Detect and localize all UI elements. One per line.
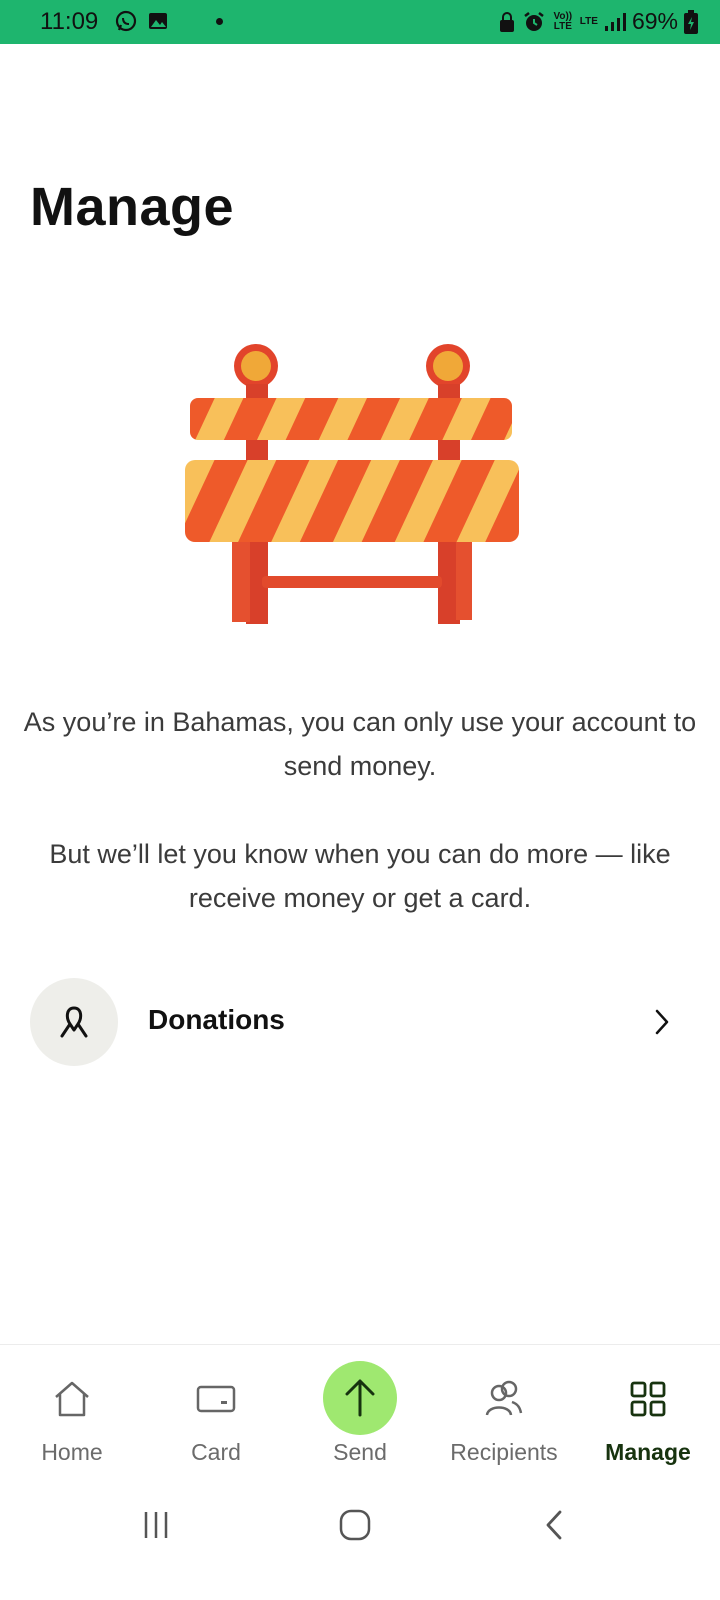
home-circle-icon[interactable] xyxy=(336,1506,374,1544)
battery-icon xyxy=(684,9,698,34)
arrow-up-icon xyxy=(345,1379,375,1417)
status-time: 11:09 xyxy=(40,8,99,35)
nav-recipients-label: Recipients xyxy=(450,1439,558,1465)
grid-icon xyxy=(630,1381,666,1417)
send-button[interactable] xyxy=(323,1361,397,1435)
card-icon xyxy=(196,1385,236,1413)
chevron-right-icon xyxy=(655,1009,669,1035)
nav-manage-label: Manage xyxy=(605,1439,691,1465)
info-message-2: But we’ll let you know when you can do m… xyxy=(49,839,671,913)
gallery-icon xyxy=(149,13,167,29)
system-nav-bar xyxy=(0,1494,720,1600)
nav-send[interactable]: Send xyxy=(288,1345,432,1495)
donations-icon-circle xyxy=(30,978,118,1066)
volte-indicator: Vo)) LTE xyxy=(553,10,573,32)
notification-dot xyxy=(216,18,223,25)
recent-apps-icon[interactable] xyxy=(140,1508,172,1542)
status-right: Vo)) LTE LTE 69% xyxy=(498,8,698,35)
home-icon xyxy=(55,1381,89,1417)
donations-row[interactable]: Donations xyxy=(30,978,690,1066)
notification-icons xyxy=(114,9,170,33)
nav-manage[interactable]: Manage xyxy=(576,1345,720,1495)
nav-recipients[interactable]: Recipients xyxy=(432,1345,576,1495)
back-icon[interactable] xyxy=(542,1508,566,1542)
nav-send-label: Send xyxy=(333,1439,387,1465)
battery-percent: 69% xyxy=(631,8,678,34)
info-message-1: As you’re in Bahamas, you can only use y… xyxy=(23,707,697,781)
donations-label: Donations xyxy=(148,1004,285,1035)
page-title: Manage xyxy=(30,177,235,237)
network-type: LTE xyxy=(579,15,598,27)
recipients-icon xyxy=(485,1380,523,1416)
signal-icon xyxy=(604,12,626,31)
status-bar: 11:09 Vo)) LTE LTE 69% xyxy=(0,0,720,44)
nav-home-label: Home xyxy=(41,1439,103,1465)
nav-card-label: Card xyxy=(191,1439,241,1465)
nav-card[interactable]: Card xyxy=(144,1345,288,1495)
whatsapp-icon xyxy=(115,10,137,32)
bottom-navigation: Home Card Send Recipients Manage xyxy=(0,1344,720,1495)
alarm-icon xyxy=(524,11,544,31)
lock-icon xyxy=(499,11,514,32)
ribbon-icon xyxy=(60,1006,88,1038)
nav-home[interactable]: Home xyxy=(0,1345,144,1495)
barrier-illustration xyxy=(185,344,519,624)
